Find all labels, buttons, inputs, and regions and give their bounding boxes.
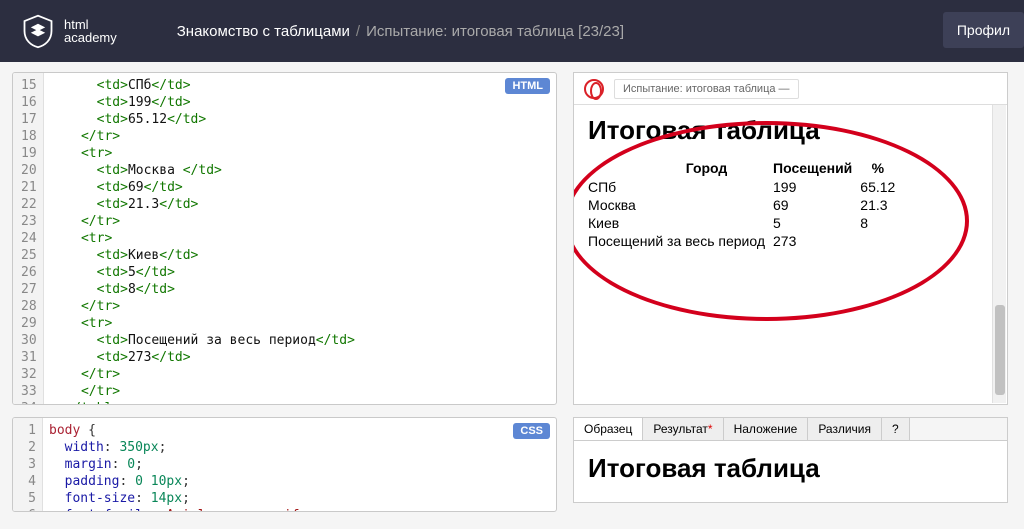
right-column: Испытание: итоговая таблица — Итоговая т… bbox=[573, 72, 1008, 529]
bottom-preview-title: Итоговая таблица bbox=[588, 453, 993, 484]
preview-title: Итоговая таблица bbox=[588, 115, 993, 146]
logo-text-2: academy bbox=[64, 31, 117, 44]
opera-icon bbox=[584, 79, 604, 99]
tab-result[interactable]: Результат* bbox=[643, 418, 723, 440]
preview-address: Испытание: итоговая таблица — bbox=[614, 79, 799, 99]
breadcrumb-sub: Испытание: итоговая таблица [23/23] bbox=[366, 23, 624, 40]
bottom-preview: Итоговая таблица bbox=[573, 441, 1008, 503]
preview-header: Испытание: итоговая таблица — bbox=[574, 73, 1007, 105]
main: HTML 15161718192021222324252627282930313… bbox=[0, 62, 1024, 529]
left-column: HTML 15161718192021222324252627282930313… bbox=[12, 72, 557, 529]
tab-overlay[interactable]: Наложение bbox=[724, 418, 809, 440]
html-editor[interactable]: HTML 15161718192021222324252627282930313… bbox=[12, 72, 557, 405]
tab-result-star: * bbox=[708, 422, 713, 436]
shield-icon bbox=[20, 13, 56, 49]
tab-sample[interactable]: Образец bbox=[574, 418, 643, 440]
tab-result-label: Результат bbox=[653, 422, 708, 436]
logo[interactable]: html academy bbox=[20, 13, 117, 49]
html-gutter: 1516171819202122232425262728293031323334… bbox=[13, 73, 44, 404]
breadcrumb-sep: / bbox=[356, 23, 360, 40]
css-editor[interactable]: CSS 123456 body { width: 350px; margin: … bbox=[12, 417, 557, 512]
tab-diff[interactable]: Различия bbox=[808, 418, 882, 440]
html-code[interactable]: <td>СПб</td> <td>199</td> <td>65.12</td>… bbox=[44, 73, 556, 404]
tab-help[interactable]: ? bbox=[882, 418, 910, 440]
css-badge: CSS bbox=[513, 423, 550, 439]
css-gutter: 123456 bbox=[13, 418, 43, 511]
topbar: html academy Знакомство с таблицами / Ис… bbox=[0, 0, 1024, 62]
preview-panel: Испытание: итоговая таблица — Итоговая т… bbox=[573, 72, 1008, 405]
breadcrumb: Знакомство с таблицами / Испытание: итог… bbox=[177, 23, 624, 40]
preview-scrollbar[interactable] bbox=[992, 105, 1006, 403]
html-badge: HTML bbox=[505, 78, 550, 94]
profile-button[interactable]: Профил bbox=[943, 12, 1024, 48]
css-code[interactable]: body { width: 350px; margin: 0; padding:… bbox=[43, 418, 556, 511]
result-tabs: Образец Результат* Наложение Различия ? bbox=[573, 417, 1008, 441]
preview-body: Итоговая таблица ГородПосещений%СПб19965… bbox=[574, 105, 1007, 260]
breadcrumb-main[interactable]: Знакомство с таблицами bbox=[177, 23, 350, 40]
preview-table: ГородПосещений%СПб19965.12Москва6921.3Ки… bbox=[588, 158, 903, 250]
